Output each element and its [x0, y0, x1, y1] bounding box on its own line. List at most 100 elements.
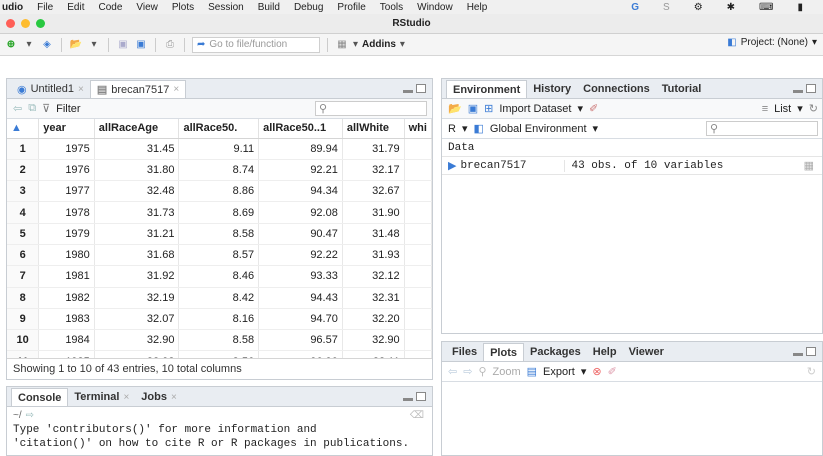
menu-tools[interactable]: Tools [380, 2, 403, 13]
env-item-row[interactable]: ▶ brecan7517 43 obs. of 10 variables ▦ [442, 157, 822, 175]
tab-untitled1[interactable]: ◉ Untitled1 × [11, 80, 90, 98]
zoom-icon[interactable]: ⚲ [478, 365, 486, 378]
tab-tutorial[interactable]: Tutorial [656, 80, 708, 98]
import-chevron-icon[interactable]: ▾ [577, 102, 583, 115]
table-row[interactable]: 10 1984 32.90 8.58 96.57 32.90 [7, 329, 433, 352]
list-chevron-icon[interactable]: ▾ [797, 102, 803, 115]
maximize-pane-button[interactable] [416, 392, 426, 401]
minimize-pane-button[interactable] [403, 90, 413, 93]
col-header[interactable]: whi [404, 119, 433, 139]
language-selector[interactable]: R [448, 123, 456, 135]
col-header[interactable]: year [38, 119, 95, 139]
keyboard-icon[interactable]: ⌨ [759, 2, 773, 13]
zoom-window-button[interactable] [36, 19, 45, 28]
clear-plots-icon[interactable]: ✐ [608, 365, 617, 378]
expand-icon[interactable]: ▶ [448, 159, 456, 172]
console-output[interactable]: Type 'contributors()' for more informati… [7, 423, 432, 451]
tab-terminal[interactable]: Terminal × [68, 388, 135, 406]
status-s-icon[interactable]: S [663, 2, 670, 13]
minimize-pane-button[interactable] [403, 398, 413, 401]
addins-label[interactable]: Addins [362, 39, 396, 50]
zoom-button[interactable]: Zoom [493, 366, 521, 378]
table-row[interactable]: 7 1981 31.92 8.46 93.33 32.12 [7, 265, 433, 288]
tab-help[interactable]: Help [587, 343, 623, 361]
save-workspace-icon[interactable]: ▣ [468, 102, 478, 115]
load-workspace-icon[interactable]: 📂 [448, 102, 462, 115]
tab-packages[interactable]: Packages [524, 343, 587, 361]
new-file-icon[interactable]: ⊕ [4, 37, 18, 53]
addins-chevron-icon[interactable]: ▾ [400, 39, 405, 50]
scope-selector[interactable]: Global Environment [490, 123, 587, 135]
menu-window[interactable]: Window [417, 2, 453, 13]
clear-console-icon[interactable]: ⌫ [410, 410, 424, 421]
new-project-icon[interactable]: ◈ [40, 37, 54, 53]
menu-debug[interactable]: Debug [294, 2, 323, 13]
minimize-pane-button[interactable] [793, 353, 803, 356]
export-chevron-icon[interactable]: ▾ [581, 365, 587, 378]
next-plot-icon[interactable]: ⇨ [463, 365, 472, 378]
data-search-input[interactable]: ⚲ [315, 101, 427, 116]
open-dropdown-icon[interactable]: ▾ [87, 37, 101, 53]
close-tab-icon[interactable]: × [173, 84, 179, 95]
sort-icon[interactable]: ▲ [7, 119, 40, 139]
import-dataset-icon[interactable]: ⊞ [484, 102, 493, 115]
language-chevron-icon[interactable]: ▾ [462, 122, 468, 135]
refresh-icon[interactable]: ↻ [809, 102, 818, 115]
menu-view[interactable]: View [136, 2, 158, 13]
menu-profile[interactable]: Profile [337, 2, 365, 13]
tab-console[interactable]: Console [11, 388, 69, 406]
grid-layout-icon[interactable]: ▦ [335, 37, 349, 53]
go-to-directory-icon[interactable]: ⇨ [26, 410, 34, 421]
open-file-icon[interactable]: 📂 [69, 37, 83, 53]
maximize-pane-button[interactable] [806, 84, 816, 93]
goto-file-input[interactable]: ➦ Go to file/function [192, 36, 320, 53]
status-g-icon[interactable]: G [631, 2, 639, 13]
battery-icon[interactable]: ▮ [797, 2, 803, 13]
scope-chevron-icon[interactable]: ▾ [593, 122, 599, 135]
close-tab-icon[interactable]: × [78, 84, 84, 95]
project-menu[interactable]: ◧ Project: (None) ▾ [727, 37, 817, 48]
list-view-icon[interactable]: ≡ [762, 103, 768, 115]
import-dataset-button[interactable]: Import Dataset [499, 103, 571, 115]
remove-plot-icon[interactable]: ⊗ [592, 365, 601, 378]
close-window-button[interactable] [6, 19, 15, 28]
filter-icon[interactable]: ⊽ [42, 102, 50, 115]
menu-app[interactable]: udio [2, 2, 23, 13]
col-header[interactable]: allRace50..1 [258, 119, 343, 139]
table-row[interactable]: 4 1978 31.73 8.69 92.08 31.90 [7, 201, 433, 224]
new-file-dropdown-icon[interactable]: ▾ [22, 37, 36, 53]
maximize-pane-button[interactable] [806, 347, 816, 356]
export-button[interactable]: Export [543, 366, 575, 378]
status-gear-icon[interactable]: ⚙ [694, 2, 703, 13]
tab-brecan7517[interactable]: ▤ brecan7517 × [89, 80, 187, 98]
tab-plots[interactable]: Plots [483, 343, 524, 361]
table-row[interactable]: 5 1979 31.21 8.58 90.47 31.48 [7, 223, 433, 245]
prev-plot-icon[interactable]: ⇦ [448, 365, 457, 378]
menu-session[interactable]: Session [208, 2, 244, 13]
refresh-plot-icon[interactable]: ↻ [807, 365, 816, 378]
save-all-icon[interactable]: ▣ [134, 37, 148, 53]
minimize-pane-button[interactable] [793, 90, 803, 93]
menu-file[interactable]: File [37, 2, 53, 13]
tab-environment[interactable]: Environment [446, 80, 528, 98]
addins-dropdown-icon[interactable]: ▾ [353, 39, 358, 50]
menu-code[interactable]: Code [98, 2, 122, 13]
broom-icon[interactable]: ✐ [589, 102, 598, 115]
col-header[interactable]: allRaceAge [94, 119, 180, 139]
print-icon[interactable]: ⎙ [163, 37, 177, 53]
menu-edit[interactable]: Edit [67, 2, 84, 13]
maximize-pane-button[interactable] [416, 84, 426, 93]
close-tab-icon[interactable]: × [171, 392, 177, 403]
table-row[interactable]: 1 1975 31.45 9.11 89.94 31.79 [7, 138, 433, 160]
col-header[interactable]: allRace50. [178, 119, 260, 139]
tab-viewer[interactable]: Viewer [623, 343, 670, 361]
col-header[interactable]: allWhite [342, 119, 405, 139]
save-icon[interactable]: ▣ [116, 37, 130, 53]
popout-icon[interactable]: ⧉ [28, 102, 36, 115]
back-icon[interactable]: ⇦ [13, 102, 22, 115]
tab-jobs[interactable]: Jobs × [135, 388, 183, 406]
bluetooth-icon[interactable]: ✱ [727, 2, 735, 13]
table-row[interactable]: 8 1982 32.19 8.42 94.43 32.31 [7, 287, 433, 309]
table-row[interactable]: 2 1976 31.80 8.74 92.21 32.17 [7, 159, 433, 182]
close-tab-icon[interactable]: × [123, 392, 129, 403]
